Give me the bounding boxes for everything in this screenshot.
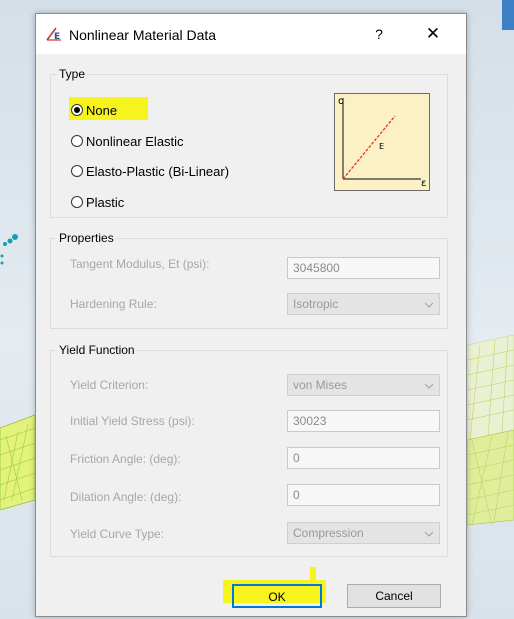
initial-yield-stress-label: Initial Yield Stress (psi): — [70, 414, 195, 428]
dilation-angle-label: Dilation Angle: (deg): — [70, 490, 182, 504]
cancel-button[interactable]: Cancel — [347, 584, 441, 608]
nonlinear-material-dialog: E Nonlinear Material Data ? ✕ Type None … — [35, 13, 467, 617]
modulus-symbol: E — [379, 142, 384, 151]
title-bar: E Nonlinear Material Data ? ✕ — [36, 14, 466, 54]
app-logo-icon: E — [46, 27, 61, 41]
initial-yield-stress-field[interactable]: 30023 — [287, 410, 440, 432]
radio-nonlinear-elastic-button[interactable] — [71, 135, 83, 147]
radio-nonlinear-elastic-label: Nonlinear Elastic — [86, 133, 184, 149]
ok-highlight-marker — [310, 567, 316, 581]
right-mesh-block — [466, 334, 514, 526]
radio-none[interactable]: None — [71, 101, 117, 119]
hardening-rule-label: Hardening Rule: — [70, 297, 157, 311]
chevron-down-icon — [425, 531, 433, 537]
type-group: Type None Nonlinear Elastic Elasto-Plast… — [50, 67, 448, 218]
dilation-angle-field[interactable]: 0 — [287, 484, 440, 506]
epsilon-symbol: ε — [421, 178, 426, 189]
hardening-rule-select[interactable]: Isotropic — [287, 293, 440, 315]
yield-curve-type-label: Yield Curve Type: — [70, 527, 165, 541]
radio-nonlinear-elastic[interactable]: Nonlinear Elastic — [71, 132, 184, 150]
radio-elasto-plastic-label: Elasto-Plastic (Bi-Linear) — [86, 163, 230, 179]
viewport-edge — [502, 0, 514, 30]
stress-strain-diagram: σ ε E — [334, 93, 430, 191]
friction-angle-label: Friction Angle: (deg): — [70, 452, 181, 466]
svg-text:E: E — [54, 32, 60, 41]
radio-plastic-button[interactable] — [71, 196, 83, 208]
yield-criterion-value: von Mises — [293, 378, 348, 392]
ok-button[interactable]: OK — [232, 584, 322, 608]
yield-criterion-label: Yield Criterion: — [70, 378, 149, 392]
yield-curve-type-select[interactable]: Compression — [287, 522, 440, 544]
friction-angle-field[interactable]: 0 — [287, 447, 440, 469]
radio-none-label: None — [86, 102, 118, 118]
help-button[interactable]: ? — [364, 23, 394, 45]
type-group-legend: Type — [59, 67, 86, 81]
radio-plastic-label: Plastic — [86, 194, 125, 210]
yield-curve-type-value: Compression — [293, 526, 364, 540]
hardening-rule-value: Isotropic — [293, 297, 339, 311]
radio-elasto-plastic[interactable]: Elasto-Plastic (Bi-Linear) — [71, 162, 229, 180]
tangent-modulus-field[interactable]: 3045800 — [287, 257, 440, 279]
yield-criterion-select[interactable]: von Mises — [287, 374, 440, 396]
left-mesh-block — [0, 414, 36, 511]
chevron-down-icon — [425, 383, 433, 389]
chevron-down-icon — [425, 302, 433, 308]
stress-strain-graphic: σ ε E — [338, 96, 426, 189]
tangent-modulus-label: Tangent Modulus, Et (psi): — [70, 257, 210, 271]
yield-function-group: Yield Function Yield Criterion: von Mise… — [50, 343, 448, 557]
yield-function-group-legend: Yield Function — [59, 343, 135, 357]
sigma-symbol: σ — [338, 96, 345, 107]
properties-group-legend: Properties — [59, 231, 114, 245]
radio-elasto-plastic-button[interactable] — [71, 165, 83, 177]
dialog-title: Nonlinear Material Data — [69, 27, 217, 43]
node-markers — [0, 234, 18, 265]
properties-group: Properties Tangent Modulus, Et (psi): 30… — [50, 231, 448, 329]
radio-none-button[interactable] — [71, 104, 83, 116]
radio-plastic[interactable]: Plastic — [71, 193, 124, 211]
close-button[interactable]: ✕ — [418, 23, 448, 45]
